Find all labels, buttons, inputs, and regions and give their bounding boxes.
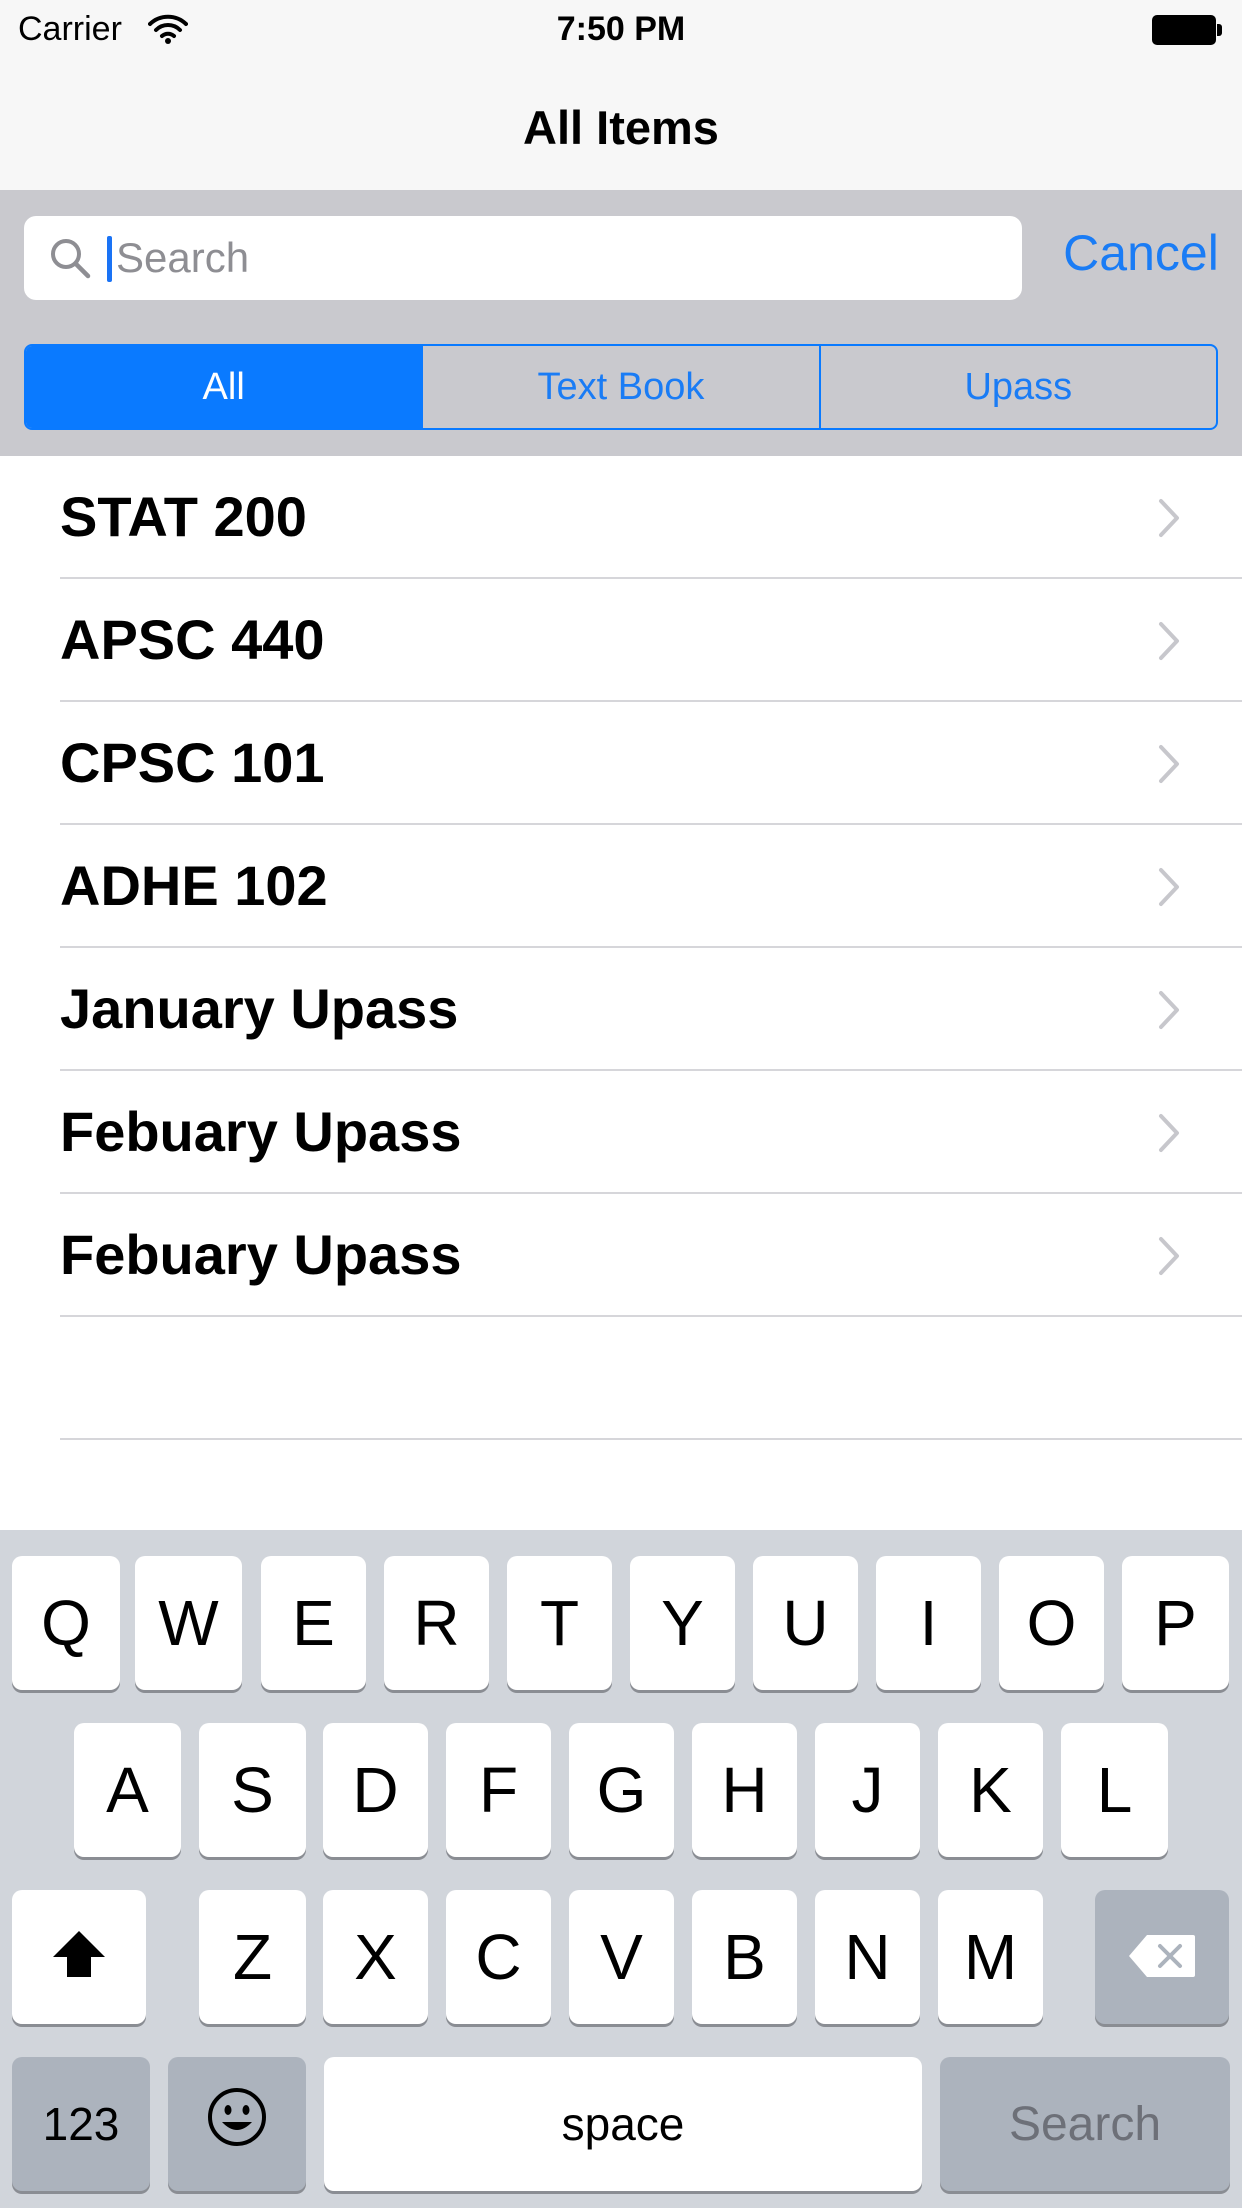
list-item-label: Febuary Upass <box>60 1100 462 1163</box>
key-k[interactable]: K <box>938 1723 1043 1857</box>
key-p[interactable]: P <box>1122 1556 1229 1690</box>
search-bar: Cancel All Text Book Upass <box>0 190 1242 456</box>
status-bar: Carrier 7:50 PM <box>0 0 1242 62</box>
list-item[interactable]: STAT 200 <box>0 456 1242 579</box>
keyboard: Q W E R T Y U I O P A S D F G H J K L Z … <box>0 1530 1242 2208</box>
key-u[interactable]: U <box>753 1556 858 1690</box>
search-input[interactable] <box>110 224 990 292</box>
chevron-right-icon <box>1158 867 1180 912</box>
delete-key[interactable] <box>1095 1890 1229 2024</box>
list-item-label: STAT 200 <box>60 485 307 548</box>
list-item[interactable]: January Upass <box>0 948 1242 1071</box>
list-item-label: Febuary Upass <box>60 1223 462 1286</box>
key-t[interactable]: T <box>507 1556 612 1690</box>
key-i[interactable]: I <box>876 1556 981 1690</box>
search-field[interactable] <box>24 216 1022 300</box>
search-icon <box>48 236 92 285</box>
chevron-right-icon <box>1158 990 1180 1035</box>
key-z[interactable]: Z <box>199 1890 306 2024</box>
key-v[interactable]: V <box>569 1890 674 2024</box>
items-list: STAT 200 APSC 440 CPSC 101 ADHE 102 Janu… <box>0 456 1242 1530</box>
list-item-label: ADHE 102 <box>60 854 328 917</box>
chevron-right-icon <box>1158 744 1180 789</box>
empty-row <box>0 1317 1242 1440</box>
chevron-right-icon <box>1158 1236 1180 1281</box>
key-l[interactable]: L <box>1061 1723 1168 1857</box>
segment-text-book[interactable]: Text Book <box>421 346 818 428</box>
key-s[interactable]: S <box>199 1723 306 1857</box>
segment-upass[interactable]: Upass <box>818 346 1216 428</box>
segment-all[interactable]: All <box>26 346 422 428</box>
list-item-label: APSC 440 <box>60 608 325 671</box>
key-a[interactable]: A <box>74 1723 181 1857</box>
space-key[interactable]: space <box>324 2057 922 2191</box>
key-x[interactable]: X <box>323 1890 428 2024</box>
page-title: All Items <box>523 101 719 154</box>
chevron-right-icon <box>1158 498 1180 543</box>
key-w[interactable]: W <box>135 1556 242 1690</box>
list-item[interactable]: CPSC 101 <box>0 702 1242 825</box>
list-item[interactable]: Febuary Upass <box>0 1194 1242 1317</box>
key-c[interactable]: C <box>446 1890 551 2024</box>
chevron-right-icon <box>1158 1113 1180 1158</box>
key-j[interactable]: J <box>815 1723 920 1857</box>
key-b[interactable]: B <box>692 1890 797 2024</box>
shift-key[interactable] <box>12 1890 146 2024</box>
numbers-key[interactable]: 123 <box>12 2057 150 2191</box>
list-item[interactable]: APSC 440 <box>0 579 1242 702</box>
key-m[interactable]: M <box>938 1890 1043 2024</box>
emoji-icon <box>206 2086 268 2163</box>
key-g[interactable]: G <box>569 1723 674 1857</box>
key-r[interactable]: R <box>384 1556 489 1690</box>
key-f[interactable]: F <box>446 1723 551 1857</box>
navigation-bar: All Items <box>0 62 1242 190</box>
row-separator <box>60 1438 1242 1440</box>
chevron-right-icon <box>1158 621 1180 666</box>
shift-icon <box>51 1920 107 1994</box>
delete-icon <box>1127 1920 1197 1994</box>
list-item[interactable]: ADHE 102 <box>0 825 1242 948</box>
scope-segmented-control: All Text Book Upass <box>24 344 1218 430</box>
key-h[interactable]: H <box>692 1723 797 1857</box>
key-y[interactable]: Y <box>630 1556 735 1690</box>
key-q[interactable]: Q <box>12 1556 120 1690</box>
key-e[interactable]: E <box>261 1556 366 1690</box>
battery-icon <box>1152 15 1222 45</box>
cancel-button[interactable]: Cancel <box>1046 224 1236 282</box>
emoji-key[interactable] <box>168 2057 306 2191</box>
key-o[interactable]: O <box>999 1556 1104 1690</box>
list-item-label: CPSC 101 <box>60 731 325 794</box>
key-d[interactable]: D <box>323 1723 428 1857</box>
list-item[interactable]: Febuary Upass <box>0 1071 1242 1194</box>
key-n[interactable]: N <box>815 1890 920 2024</box>
list-item-label: January Upass <box>60 977 459 1040</box>
status-time: 7:50 PM <box>556 10 686 48</box>
search-key[interactable]: Search <box>940 2057 1230 2191</box>
